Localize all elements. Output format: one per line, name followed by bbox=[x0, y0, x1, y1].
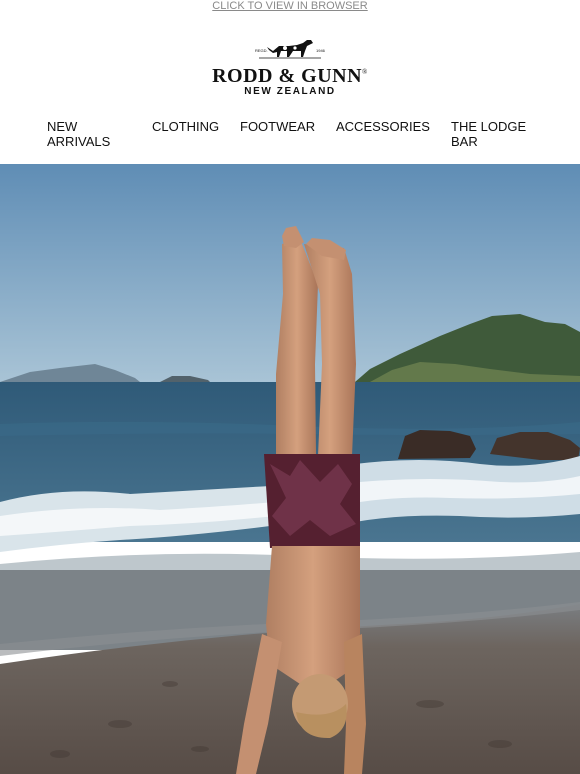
pointer-dog-logo-icon: REGD. 1946 bbox=[255, 40, 326, 59]
nav-accessories[interactable]: ACCESSORIES bbox=[336, 119, 436, 134]
nav-clothing[interactable]: CLOTHING bbox=[152, 119, 232, 134]
brand-logo[interactable]: REGD. 1946 RODD & GUNN® NEW ZEALAND bbox=[190, 37, 390, 99]
brand-tagline: NEW ZEALAND bbox=[244, 86, 336, 97]
trademark-symbol: ® bbox=[362, 68, 368, 76]
nav-new-arrivals[interactable]: NEW ARRIVALS bbox=[47, 119, 127, 149]
hero-image[interactable] bbox=[0, 164, 580, 774]
nav-the-lodge-bar[interactable]: THE LODGE BAR bbox=[451, 119, 541, 149]
nav-footwear[interactable]: FOOTWEAR bbox=[240, 119, 330, 134]
brand-name-text: RODD & GUNN bbox=[212, 65, 363, 87]
emblem-right-text: 1946 bbox=[316, 48, 326, 53]
emblem-left-text: REGD. bbox=[255, 48, 268, 53]
brand-name: RODD & GUNN® bbox=[190, 62, 390, 86]
view-in-browser-link[interactable]: CLICK TO VIEW IN BROWSER bbox=[0, 0, 580, 12]
